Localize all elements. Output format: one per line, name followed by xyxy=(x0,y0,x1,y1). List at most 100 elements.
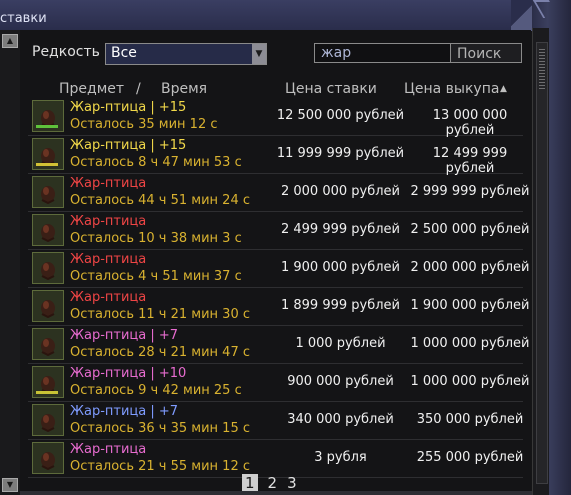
item-name: Жар-птица | +7 xyxy=(70,328,179,343)
buyout-price: 350 000 рублей xyxy=(416,412,524,427)
firebird-item-icon[interactable] xyxy=(32,328,64,360)
table-row[interactable]: Жар-птица | +15 Осталось 35 мин 12 с 12 50… xyxy=(28,98,523,138)
item-name: Жар-птица xyxy=(70,290,147,305)
bid-price: 340 000 рублей xyxy=(287,412,394,427)
item-name: Жар-птица | +7 xyxy=(70,404,179,419)
item-name: Жар-птица xyxy=(70,214,147,229)
search-button[interactable]: Поиск xyxy=(450,43,522,63)
buyout-price: 2 000 000 рублей xyxy=(410,260,530,275)
time-remaining: Осталось 11 ч 21 мин 30 с xyxy=(70,307,250,322)
pagination: 123 xyxy=(242,474,307,492)
bid-price: 1 000 рублей xyxy=(295,336,386,351)
buyout-price: 1 000 000 рублей xyxy=(410,336,530,351)
column-header-buyout[interactable]: Цена выкупа xyxy=(404,81,499,97)
bid-price: 11 999 999 рублей xyxy=(276,146,405,161)
time-remaining: Осталось 4 ч 51 мин 37 с xyxy=(70,269,242,284)
bid-price: 2 499 999 рублей xyxy=(280,222,400,237)
bid-price: 1 899 999 рублей xyxy=(280,298,400,313)
buyout-price: 12 499 999 рублей xyxy=(432,146,508,176)
firebird-item-icon[interactable] xyxy=(32,176,64,208)
window-bottom-edge xyxy=(20,491,532,495)
buyout-price: 255 000 рублей xyxy=(416,450,524,465)
firebird-item-icon[interactable] xyxy=(32,442,64,474)
right-scrollbar[interactable] xyxy=(532,28,549,495)
enhance-bar xyxy=(36,125,58,128)
buyout-price: 1 900 000 рублей xyxy=(410,298,530,313)
time-remaining: Осталось 21 ч 55 мин 12 с xyxy=(70,459,250,474)
table-row[interactable]: Жар-птица | +7 Осталось 28 ч 21 мин 47 с 1… xyxy=(28,326,530,364)
frame-notch-decoration xyxy=(532,0,560,18)
buyout-price: 2 999 999 рублей xyxy=(410,184,530,199)
table-row[interactable]: Жар-птица Осталось 4 ч 51 мин 37 с 1 900 0… xyxy=(28,250,530,288)
firebird-item-icon[interactable] xyxy=(32,252,64,284)
time-remaining: Осталось 35 мин 12 с xyxy=(70,117,218,132)
firebird-icon xyxy=(41,224,55,242)
time-remaining: Осталось 8 ч 47 мин 53 с xyxy=(70,155,242,170)
item-name: Жар-птица xyxy=(70,176,147,191)
table-row[interactable]: Жар-птица | +15 Осталось 8 ч 47 мин 53 с 1… xyxy=(28,136,523,176)
table-row[interactable]: Жар-птица Осталось 44 ч 51 мин 24 с 2 000 … xyxy=(28,174,530,212)
firebird-item-icon[interactable] xyxy=(32,214,64,246)
firebird-item-icon[interactable] xyxy=(32,290,64,322)
enhance-bar xyxy=(36,163,58,166)
bid-price: 2 000 000 рублей xyxy=(280,184,400,199)
window-titlebar: ставки xyxy=(0,0,533,31)
bid-price: 3 рубля xyxy=(314,450,367,465)
page-link[interactable]: 1 xyxy=(242,474,258,492)
rarity-select-value: Все xyxy=(111,45,137,61)
table-row[interactable]: Жар-птица Осталось 21 ч 55 мин 12 с 3 рубл… xyxy=(28,440,523,478)
time-remaining: Осталось 28 ч 21 мин 47 с xyxy=(70,345,250,360)
left-scroll-up-button[interactable]: ▲ xyxy=(2,34,18,48)
buyout-price: 2 500 000 рублей xyxy=(410,222,530,237)
firebird-icon xyxy=(41,338,55,356)
search-input[interactable] xyxy=(314,43,451,63)
column-header-time[interactable]: Время xyxy=(161,81,207,97)
firebird-item-icon[interactable] xyxy=(32,100,64,132)
column-header-item[interactable]: Предмет xyxy=(59,81,124,97)
auction-list: Жар-птица | +15 Осталось 35 мин 12 с 12 50… xyxy=(28,98,530,478)
buyout-price: 13 000 000 рублей xyxy=(432,108,508,138)
bid-price: 1 900 000 рублей xyxy=(280,260,400,275)
enhance-bar xyxy=(36,391,58,394)
item-name: Жар-птица | +15 xyxy=(70,138,187,153)
item-name: Жар-птица xyxy=(70,442,147,457)
scroll-grip-icon xyxy=(539,49,545,89)
page-link[interactable]: 3 xyxy=(287,474,297,492)
table-row[interactable]: Жар-птица | +10 Осталось 9 ч 42 мин 25 с 9… xyxy=(28,364,530,402)
rarity-select[interactable]: Все ▼ xyxy=(105,43,267,65)
table-row[interactable]: Жар-птица Осталось 11 ч 21 мин 30 с 1 899 … xyxy=(28,288,530,326)
titlebar-corner xyxy=(511,0,533,30)
time-remaining: Осталось 36 ч 35 мин 15 с xyxy=(70,421,250,436)
dropdown-arrow-icon[interactable]: ▼ xyxy=(252,44,266,64)
firebird-item-icon[interactable] xyxy=(32,366,64,398)
buyout-price: 1 000 000 рублей xyxy=(410,374,530,389)
item-name: Жар-птица xyxy=(70,252,147,267)
sort-asc-icon: ▲ xyxy=(500,84,507,94)
table-row[interactable]: Жар-птица | +7 Осталось 36 ч 35 мин 15 с 3… xyxy=(28,402,523,440)
item-name: Жар-птица | +10 xyxy=(70,366,187,381)
bid-price: 900 000 рублей xyxy=(287,374,394,389)
bid-price: 12 500 000 рублей xyxy=(276,108,405,123)
table-row[interactable]: Жар-птица Осталось 10 ч 38 мин 3 с 2 499 9… xyxy=(28,212,530,250)
time-remaining: Осталось 9 ч 42 мин 25 с xyxy=(70,383,242,398)
window-title: ставки xyxy=(0,11,47,26)
left-scroll-down-button[interactable]: ▼ xyxy=(2,478,18,492)
rarity-label: Редкость xyxy=(32,44,100,60)
left-scrollbar[interactable]: ▲ ▼ xyxy=(0,30,21,495)
firebird-icon xyxy=(41,186,55,204)
firebird-icon xyxy=(41,414,55,432)
auction-panel: Редкость Все ▼ Поиск Предмет / Время Цен… xyxy=(20,30,531,495)
firebird-icon xyxy=(41,300,55,318)
firebird-item-icon[interactable] xyxy=(32,138,64,170)
firebird-icon xyxy=(41,452,55,470)
page-link[interactable]: 2 xyxy=(268,474,278,492)
time-remaining: Осталось 10 ч 38 мин 3 с xyxy=(70,231,242,246)
firebird-item-icon[interactable] xyxy=(32,404,64,436)
time-remaining: Осталось 44 ч 51 мин 24 с xyxy=(70,193,250,208)
firebird-icon xyxy=(41,262,55,280)
right-scroll-thumb[interactable] xyxy=(536,42,548,484)
table-header: Предмет / Время Цена ставки Цена выкупа … xyxy=(28,80,523,100)
column-header-bid[interactable]: Цена ставки xyxy=(285,81,377,97)
column-header-separator: / xyxy=(136,81,141,97)
item-name: Жар-птица | +15 xyxy=(70,100,187,115)
